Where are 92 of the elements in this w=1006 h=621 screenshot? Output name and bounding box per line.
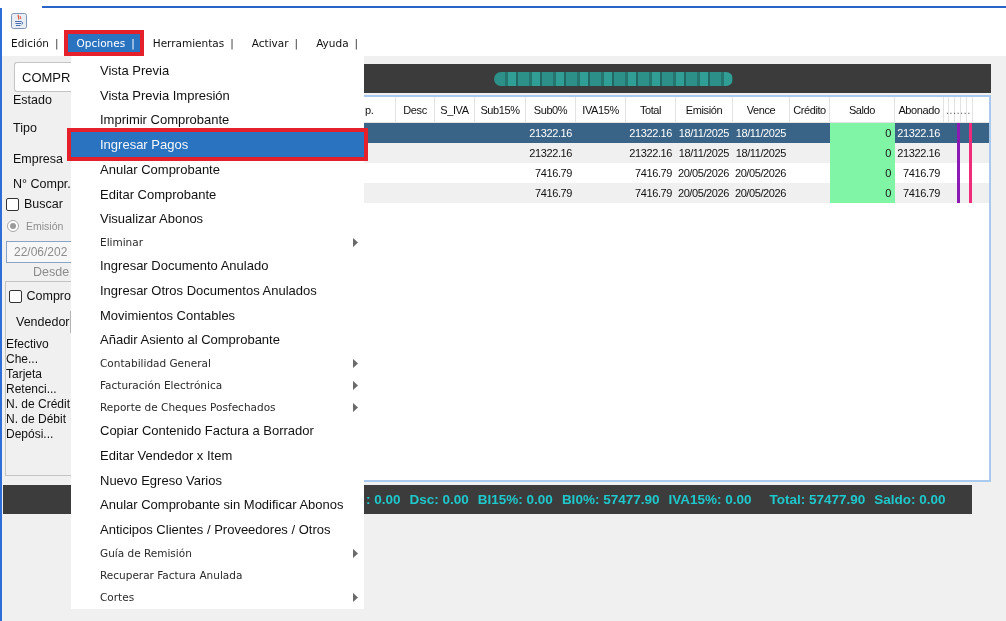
field-label: Empresa xyxy=(13,151,64,167)
table-cell-text: 18/11/2025 xyxy=(677,126,730,141)
menu-item[interactable]: Anticipos Clientes / Proveedores / Otros xyxy=(71,517,364,542)
column-header: ....... xyxy=(944,97,973,122)
menu-bar-item[interactable]: Opciones | xyxy=(63,30,144,56)
table-cell-text: 18/11/2025 xyxy=(677,146,730,161)
total-value: Saldo: 0.00 xyxy=(874,492,946,507)
field-label: Tipo xyxy=(13,120,37,136)
table-cell-text: 20/05/2026 xyxy=(733,166,787,181)
menu-item[interactable]: Ingresar Otros Documentos Anulados xyxy=(71,278,364,303)
column-header: Sub0% xyxy=(526,97,576,122)
checkbox[interactable] xyxy=(9,289,22,303)
radio-label: Emisión xyxy=(26,220,64,232)
column-header: S_IVA xyxy=(435,97,475,122)
document-type-select[interactable]: COMPR xyxy=(14,62,71,92)
total-value: : 0.00 xyxy=(366,492,401,507)
table-cell-text: 18/11/2025 xyxy=(734,146,787,161)
table-cell: 0 xyxy=(830,183,895,203)
table-cell-text: 21322.16 xyxy=(628,146,673,161)
cup-icon xyxy=(11,13,27,29)
payment-type-label: N. de Crédit xyxy=(6,397,71,412)
total-value: BI0%: 57477.90 xyxy=(561,492,660,507)
menu-item[interactable]: Nuevo Egreso Varios xyxy=(71,467,364,493)
menu-item[interactable]: Guía de Remisión xyxy=(71,542,364,564)
total-value: Total: 57477.90 xyxy=(769,492,866,507)
column-header: IVA15% xyxy=(576,97,626,122)
table-cell-text: 20/05/2026 xyxy=(733,186,787,201)
table-cell-text: 7416.79 xyxy=(634,186,673,201)
menu-item[interactable]: Vista Previa xyxy=(71,58,364,83)
column-header: Crédito xyxy=(790,97,830,122)
payment-type-label: Depósi... xyxy=(6,427,54,442)
total-value: BI15%: 0.00 xyxy=(477,492,553,507)
column-header: Desc xyxy=(396,97,435,122)
table-cell: 0 xyxy=(830,123,895,143)
column-header: Vence xyxy=(733,97,790,122)
column-header: Saldo xyxy=(830,97,895,122)
table-cell-text: 7416.79 xyxy=(902,166,941,181)
table-cell-text: 21322.16 xyxy=(896,146,941,161)
table-row[interactable]: 7416.79 7416.79 20/05/2026 20/05/2026 0 7416.79 xyxy=(364,183,989,203)
menu-bar-item[interactable]: Activar | xyxy=(242,30,304,56)
payment-type-label: Efectivo xyxy=(6,337,49,352)
menu-bar-item[interactable]: Edición | xyxy=(2,30,64,56)
menu-item[interactable]: Editar Vendedor x Item xyxy=(71,443,364,468)
menu-bar-item[interactable]: Ayuda | xyxy=(307,30,364,56)
payment-type-label: N. de Débit xyxy=(6,412,67,427)
menu-item[interactable]: Vista Previa Impresión xyxy=(71,82,364,108)
table-cell-text: 7416.79 xyxy=(634,166,673,181)
payment-type-label: Che... xyxy=(6,352,38,367)
table-cell: 0 xyxy=(830,143,895,163)
menu-item[interactable]: Copiar Contenido Factura a Borrador xyxy=(71,418,364,443)
menu-item[interactable]: Recuperar Factura Anulada xyxy=(71,564,364,586)
menu-item[interactable]: Editar Comprobante xyxy=(71,181,364,207)
table-cell-text: 21322.16 xyxy=(628,126,673,141)
field-label: N° Compr. xyxy=(13,176,71,192)
total-value: Dsc: 0.00 xyxy=(409,492,469,507)
payment-type-label: Retenci... xyxy=(6,382,57,397)
column-header: Sub15% xyxy=(475,97,526,122)
menu-item[interactable]: Ingresar Pagos xyxy=(67,128,368,161)
column-header: Total xyxy=(626,97,676,122)
menu-item[interactable]: Reporte de Cheques Posfechados xyxy=(71,396,364,419)
menu-item[interactable]: Eliminar xyxy=(71,231,364,254)
field-label: Estado xyxy=(13,92,52,108)
date-caption: Desde xyxy=(33,265,70,279)
menu-item[interactable]: Contabilidad General xyxy=(71,352,364,375)
menu-item[interactable]: Cortes xyxy=(71,586,364,608)
menu-item[interactable]: Ingresar Documento Anulado xyxy=(71,253,364,278)
menu-bar-item[interactable]: Herramientas | xyxy=(143,30,239,56)
table-cell-text: 21322.16 xyxy=(896,126,941,141)
table-cell: 0 xyxy=(830,163,895,183)
vendor-label: Vendedor xyxy=(16,315,70,329)
menu-item[interactable]: Visualizar Abonos xyxy=(71,206,364,232)
table-cell-text: 21322.16 xyxy=(528,146,573,161)
table-cell-text: 7416.79 xyxy=(534,166,573,181)
checkbox-label: Buscar xyxy=(24,197,63,211)
table-cell-text: 21322.16 xyxy=(528,126,573,141)
payment-type-label: Tarjeta xyxy=(6,367,43,382)
checkbox[interactable] xyxy=(6,197,19,211)
checkbox-label: Compro xyxy=(26,289,71,303)
table-cell-text: 20/05/2026 xyxy=(676,166,730,181)
menu-item[interactable]: Movimientos Contables xyxy=(71,302,364,328)
column-header: Emisión xyxy=(676,97,733,122)
menu-item[interactable]: Añadir Asiento al Comprobante xyxy=(71,327,364,353)
table-cell-text: 7416.79 xyxy=(902,186,941,201)
table-cell-text: 18/11/2025 xyxy=(734,126,787,141)
table-cell-text: 7416.79 xyxy=(534,186,573,201)
menu-item[interactable]: Facturación Electrónica xyxy=(71,374,364,397)
column-header: Abonado xyxy=(895,97,944,122)
table-row[interactable]: 21322.16 21322.16 18/11/2025 18/11/2025 0 21322.16 xyxy=(364,123,989,143)
total-value: IVA15%: 0.00 xyxy=(668,492,752,507)
table-row[interactable]: 21322.16 21322.16 18/11/2025 18/11/2025 0 21322.16 xyxy=(364,143,989,163)
menu-item[interactable]: Anular Comprobante sin Modificar Abonos xyxy=(71,492,364,518)
table-cell-text: 20/05/2026 xyxy=(676,186,730,201)
